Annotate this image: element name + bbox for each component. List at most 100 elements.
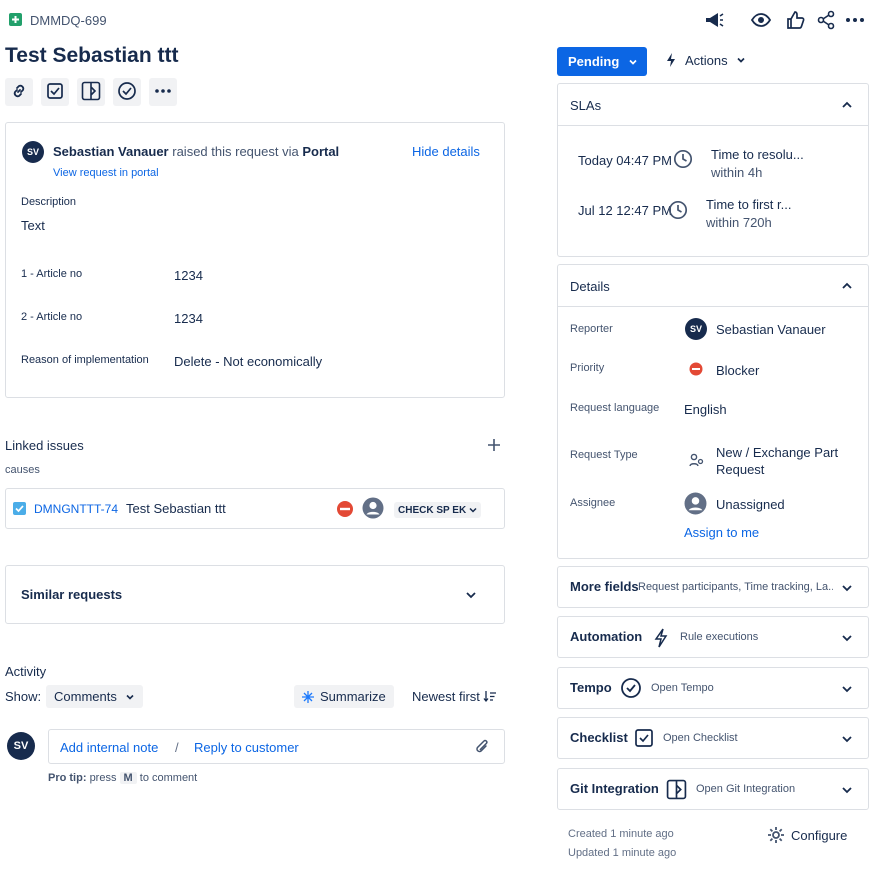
summarize-button[interactable]: Summarize <box>294 685 394 708</box>
linked-issue-status[interactable]: CHECK SP EK <box>394 502 482 518</box>
summarize-label: Summarize <box>320 689 386 704</box>
tempo-button[interactable] <box>113 78 141 106</box>
raised-text: raised this request via <box>172 144 299 159</box>
more-fields-panel[interactable]: More fields Request participants, Time t… <box>557 566 869 608</box>
show-label: Show: <box>5 689 42 704</box>
chevron-up-icon <box>840 279 854 296</box>
comment-box[interactable]: Add internal note / Reply to customer <box>48 729 505 764</box>
configure-label: Configure <box>791 827 848 843</box>
automation-title: Automation <box>570 629 643 644</box>
keyboard-key: M <box>119 772 137 784</box>
lightning-icon <box>667 53 675 67</box>
checklist-panel[interactable]: Checklist Open Checklist <box>557 717 869 759</box>
blocker-priority-icon <box>336 500 354 521</box>
linked-issue-key[interactable]: DMNGNTTT-74 <box>34 502 118 516</box>
automation-panel[interactable]: Automation Rule executions <box>557 616 869 658</box>
field-value: 1234 <box>174 311 203 326</box>
chevron-down-icon <box>464 588 478 605</box>
priority-value[interactable]: Blocker <box>716 363 759 378</box>
description-label: Description <box>21 196 77 208</box>
chevron-down-icon <box>840 581 854 595</box>
similar-requests-title: Similar requests <box>21 587 123 602</box>
details-panel: Details Reporter SV Sebastian Vanauer Pr… <box>557 264 869 559</box>
chevron-down-icon <box>629 59 637 65</box>
more-options-icon[interactable] <box>845 10 865 33</box>
view-portal-link[interactable]: View request in portal <box>53 167 159 179</box>
field-label: Reason of implementation <box>21 354 149 366</box>
like-icon[interactable] <box>785 10 805 33</box>
add-link-icon[interactable] <box>486 437 502 456</box>
field-label: 1 - Article no <box>21 268 83 280</box>
reporter-value[interactable]: Sebastian Vanauer <box>716 322 826 337</box>
status-button[interactable]: Pending <box>557 47 647 76</box>
more-icon <box>154 82 172 103</box>
assignee-label: Assignee <box>570 497 616 509</box>
reporter-name[interactable]: Sebastian Vanauer <box>53 144 169 159</box>
assignee-value[interactable]: Unassigned <box>716 497 785 512</box>
git-integration-button[interactable] <box>77 78 105 106</box>
request-details-card: SV Sebastian Vanauer raised this request… <box>5 122 505 398</box>
issue-key-breadcrumb[interactable]: DMMDQ-699 <box>30 13 107 28</box>
git-icon <box>81 81 101 104</box>
sort-button[interactable]: Newest first <box>412 689 496 704</box>
pro-tip-rest: to comment <box>139 772 198 784</box>
request-type-value[interactable]: New / Exchange Part <box>716 445 838 460</box>
hide-details-link[interactable]: Hide details <box>412 144 480 159</box>
chevron-up-icon <box>840 98 854 115</box>
details-title: Details <box>570 279 610 294</box>
link-icon <box>10 82 28 103</box>
paperclip-icon[interactable] <box>474 738 490 759</box>
sla-limit: within 4h <box>711 165 763 180</box>
check-circle-icon <box>117 81 137 104</box>
checklist-button[interactable] <box>41 78 69 106</box>
git-integration-panel[interactable]: Git Integration Open Git Integration <box>557 768 869 810</box>
configure-button[interactable]: Configure <box>767 826 847 844</box>
reporter-label: Reporter <box>570 323 613 335</box>
status-label: CHECK SP EK <box>398 504 467 516</box>
watch-eye-icon[interactable] <box>750 10 772 33</box>
chevron-down-icon <box>840 732 854 746</box>
megaphone-icon[interactable] <box>703 10 725 33</box>
chevron-down-icon <box>840 783 854 797</box>
sla-time: Jul 12 12:47 PM <box>578 203 672 218</box>
actions-button[interactable]: Actions <box>665 52 746 68</box>
more-actions-button[interactable] <box>149 78 177 106</box>
details-header[interactable]: Details <box>558 265 868 307</box>
task-checkbox-icon <box>13 502 26 518</box>
sla-name: Time to first r... <box>706 197 792 212</box>
sparkle-icon <box>302 690 314 703</box>
linked-issue-row[interactable]: DMNGNTTT-74 Test Sebastian ttt CHECK SP … <box>5 488 505 529</box>
clock-icon <box>673 149 693 172</box>
checkbox-icon <box>634 728 654 751</box>
git-integration-title: Git Integration <box>570 781 659 796</box>
share-icon[interactable] <box>816 10 836 33</box>
link-button[interactable] <box>5 78 33 106</box>
add-internal-note-button[interactable]: Add internal note <box>60 740 158 755</box>
description-value: Text <box>21 218 45 233</box>
language-label: Request language <box>570 402 660 414</box>
separator: / <box>175 740 179 755</box>
git-integration-summary: Open Git Integration <box>696 783 796 795</box>
slas-header[interactable]: SLAs <box>558 84 868 126</box>
sla-name: Time to resolu... <box>711 147 804 162</box>
assign-to-me-link[interactable]: Assign to me <box>684 525 759 540</box>
chevron-down-icon <box>840 631 854 645</box>
more-fields-summary: Request participants, Time tracking, La.… <box>638 581 833 593</box>
chevron-down-icon <box>469 507 477 513</box>
lightning-icon <box>654 628 668 651</box>
blocker-priority-icon <box>689 362 703 379</box>
linked-issue-summary[interactable]: Test Sebastian ttt <box>126 501 226 516</box>
language-value[interactable]: English <box>684 402 727 417</box>
assignee-avatar-icon <box>362 497 384 522</box>
request-type-value-cont[interactable]: Request <box>716 462 764 477</box>
gear-icon <box>768 827 784 843</box>
similar-requests-panel[interactable]: Similar requests <box>5 565 505 624</box>
more-fields-title: More fields <box>570 579 639 594</box>
reply-to-customer-button[interactable]: Reply to customer <box>194 740 299 755</box>
clock-icon <box>668 200 688 223</box>
tempo-summary: Open Tempo <box>651 682 714 694</box>
tempo-panel[interactable]: Tempo Open Tempo <box>557 667 869 709</box>
activity-filter-select[interactable]: Comments <box>46 685 143 708</box>
sla-limit: within 720h <box>706 215 772 230</box>
page-title[interactable]: Test Sebastian ttt <box>5 44 178 68</box>
